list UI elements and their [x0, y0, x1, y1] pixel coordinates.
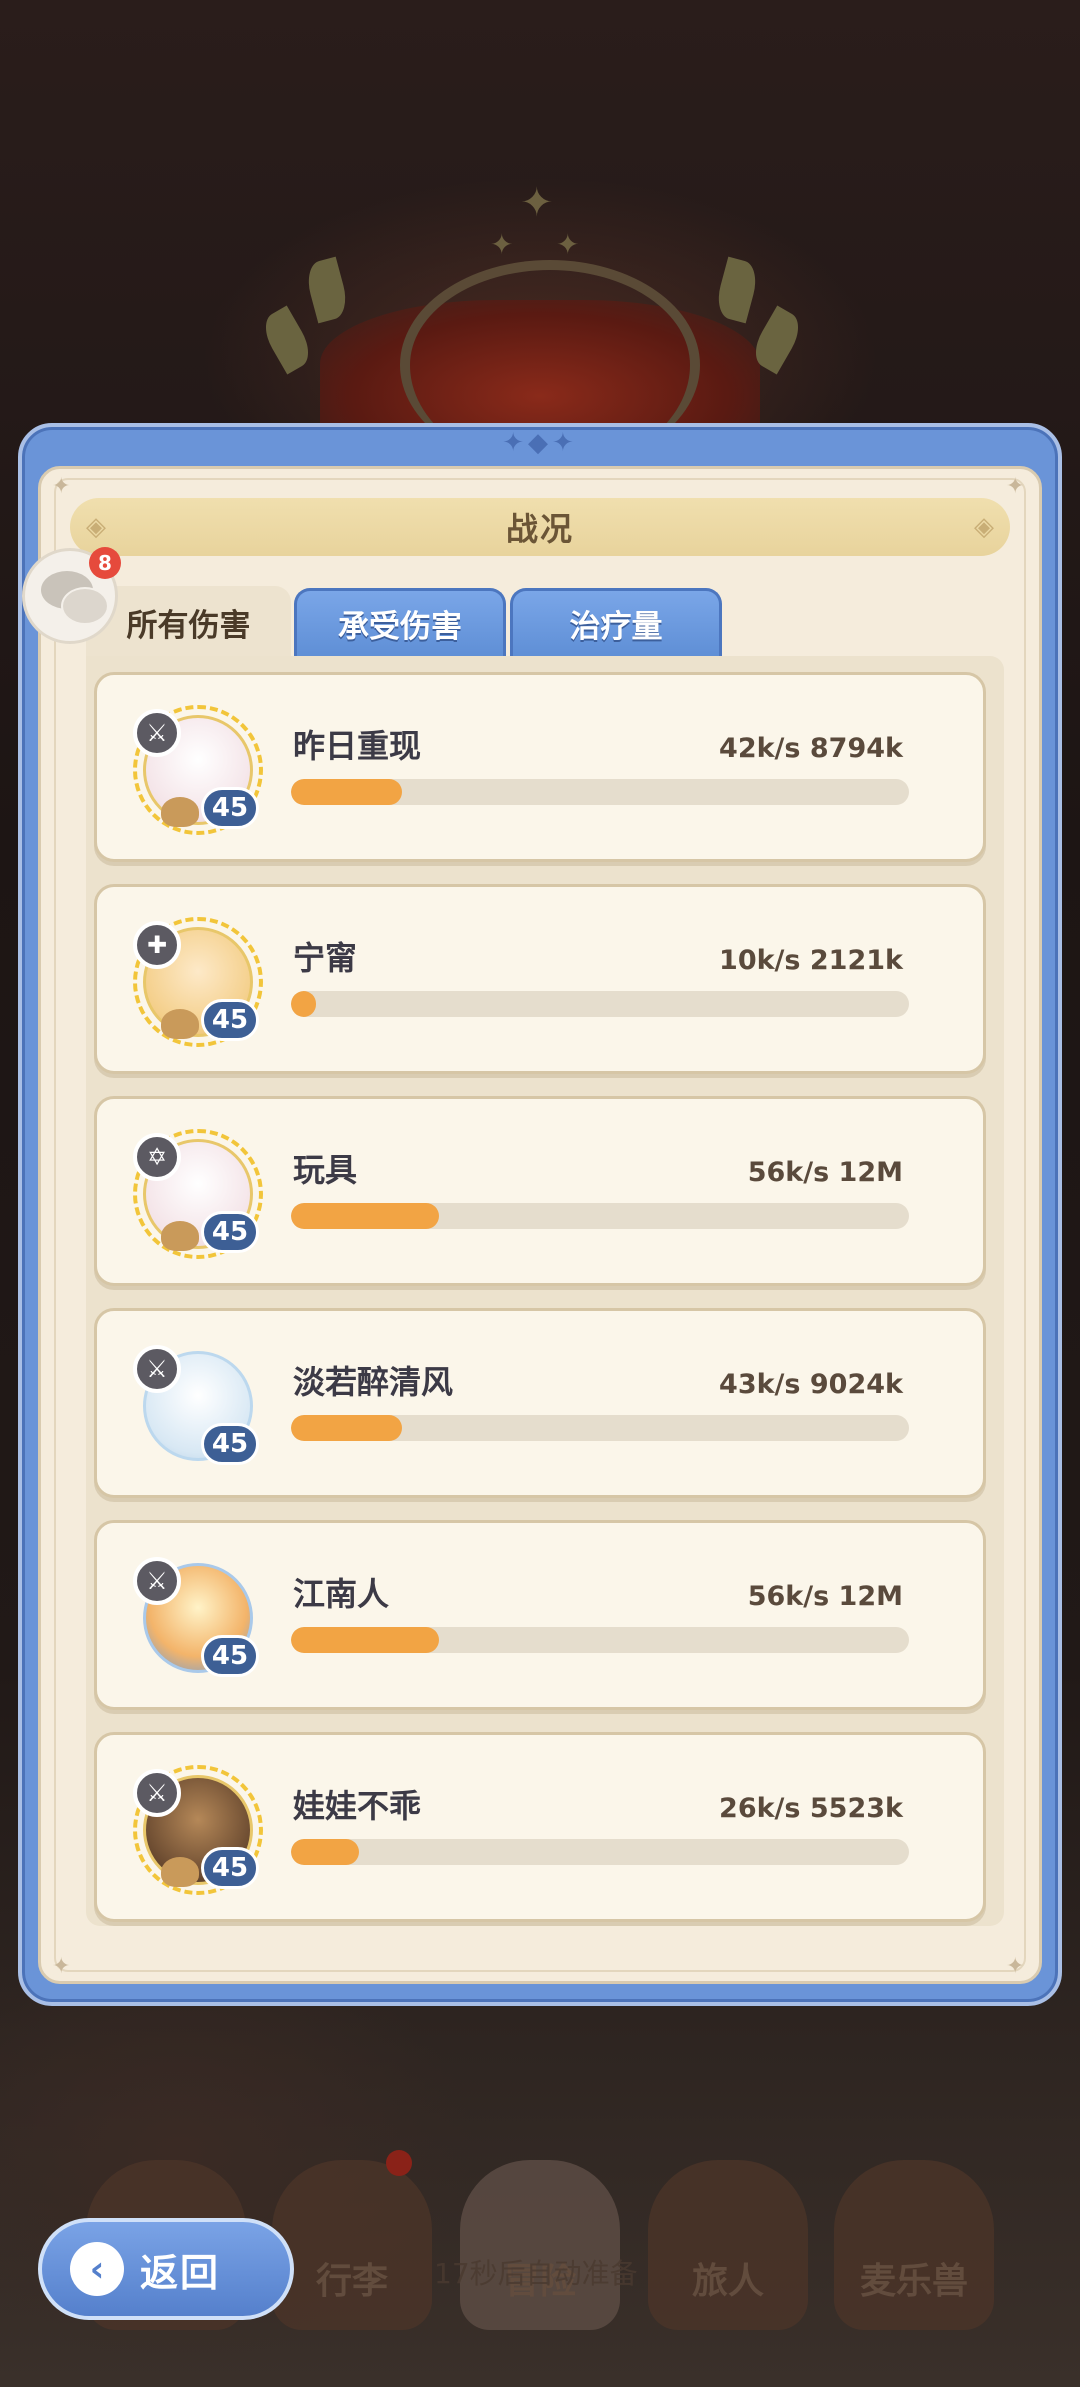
player-name: 江南人	[293, 1575, 390, 1613]
laurel-leaf-icon	[257, 305, 317, 375]
nav-luggage[interactable]: 行李	[272, 2160, 432, 2330]
damage-bar-fill	[291, 1627, 440, 1653]
sword-icon: ⚔	[133, 709, 181, 757]
player-name: 玩具	[293, 1151, 358, 1189]
damage-bar-fill	[291, 1839, 359, 1865]
nav-label: 麦乐兽	[859, 2261, 968, 2302]
damage-bar-fill	[291, 779, 403, 805]
laurel-emblem	[257, 200, 820, 470]
avatar: ✚ 45	[133, 917, 263, 1047]
laurel-leaf-icon	[302, 256, 352, 324]
damage-stats: 56k/s 12M	[747, 1581, 903, 1612]
panel-title-bar: ◈ 战况 ◈	[70, 498, 1010, 556]
sparkle-icon: ✦	[490, 228, 514, 261]
damage-bar	[291, 1203, 909, 1229]
laurel-leaf-icon	[712, 256, 762, 324]
panel-title: 战况	[505, 510, 574, 548]
list-item[interactable]: ✡ 45 玩具 56k/s 12M	[94, 1096, 986, 1286]
corner-ornament-icon: ✦	[52, 474, 71, 499]
sword-icon: ⚔	[133, 1557, 181, 1605]
damage-stats: 10k/s 2121k	[719, 945, 903, 976]
damage-stats: 26k/s 5523k	[719, 1793, 903, 1824]
damage-stats: 56k/s 12M	[747, 1157, 903, 1188]
panel-ornament-icon: ✦◆✦	[502, 428, 578, 458]
avatar: ⚔ 45	[133, 1341, 263, 1471]
diamond-ornament-icon: ◈	[974, 512, 994, 542]
nav-pet[interactable]: 麦乐兽	[834, 2160, 994, 2330]
damage-bar-fill	[291, 991, 316, 1017]
nav-traveler[interactable]: 旅人	[648, 2160, 808, 2330]
avatar: ⚔ 45	[133, 1553, 263, 1683]
corner-ornament-icon: ✦	[1006, 1954, 1025, 1979]
level-badge: 45	[201, 1635, 259, 1677]
player-name: 昨日重现	[293, 727, 422, 765]
list-item[interactable]: ⚔ 45 江南人 56k/s 12M	[94, 1520, 986, 1710]
diamond-ornament-icon: ◈	[86, 512, 106, 542]
unread-badge: 8	[89, 547, 121, 579]
avatar: ⚔ 45	[133, 1765, 263, 1895]
pet-icon	[161, 1009, 199, 1039]
damage-bar	[291, 1839, 909, 1865]
damage-bar-fill	[291, 1203, 440, 1229]
damage-stats: 42k/s 8794k	[719, 733, 903, 764]
back-button[interactable]: ‹ 返回	[38, 2218, 294, 2320]
list-item[interactable]: ⚔ 45 娃娃不乖 26k/s 5523k	[94, 1732, 986, 1922]
nav-label: 行李	[315, 2261, 388, 2302]
list-item[interactable]: ⚔ 45 昨日重现 42k/s 8794k	[94, 672, 986, 862]
level-badge: 45	[201, 787, 259, 829]
tab-damage-taken[interactable]: 承受伤害	[294, 588, 506, 656]
nav-label: 旅人	[691, 2261, 764, 2302]
level-badge: 45	[201, 1423, 259, 1465]
chat-button[interactable]: 8	[22, 547, 121, 644]
chat-bubbles-icon	[61, 587, 109, 625]
notification-dot	[386, 2150, 412, 2176]
damage-bar	[291, 991, 909, 1017]
damage-stats: 43k/s 9024k	[719, 1369, 903, 1400]
level-badge: 45	[201, 1847, 259, 1889]
damage-bar	[291, 1415, 909, 1441]
sword-icon: ⚔	[133, 1769, 181, 1817]
corner-ornament-icon: ✦	[1006, 474, 1025, 499]
level-badge: 45	[201, 999, 259, 1041]
list-item[interactable]: ⚔ 45 淡若醉清风 43k/s 9024k	[94, 1308, 986, 1498]
damage-bar-fill	[291, 1415, 403, 1441]
damage-bar	[291, 779, 909, 805]
chevron-left-icon: ‹	[70, 2242, 124, 2296]
damage-bar	[291, 1627, 909, 1653]
corner-ornament-icon: ✦	[52, 1954, 71, 1979]
sparkle-icon: ✦	[556, 228, 580, 261]
list-item[interactable]: ✚ 45 宁甯 10k/s 2121k	[94, 884, 986, 1074]
back-button-label: 返回	[140, 2250, 221, 2295]
cross-icon: ✚	[133, 921, 181, 969]
star-icon: ✡	[133, 1133, 181, 1181]
avatar: ✡ 45	[133, 1129, 263, 1259]
auto-ready-countdown: 17秒后自动准备	[434, 2257, 638, 2290]
avatar: ⚔ 45	[133, 705, 263, 835]
level-badge: 45	[201, 1211, 259, 1253]
pet-icon	[161, 797, 199, 827]
pet-icon	[161, 1221, 199, 1251]
sparkle-icon: ✦	[520, 180, 554, 226]
tab-healing[interactable]: 治疗量	[510, 588, 722, 656]
player-name: 淡若醉清风	[293, 1363, 454, 1401]
player-name: 宁甯	[293, 939, 358, 977]
sword-icon: ⚔	[133, 1345, 181, 1393]
player-name: 娃娃不乖	[293, 1787, 422, 1825]
nav-adventure[interactable]: 冒险	[460, 2160, 620, 2330]
pet-icon	[161, 1857, 199, 1887]
